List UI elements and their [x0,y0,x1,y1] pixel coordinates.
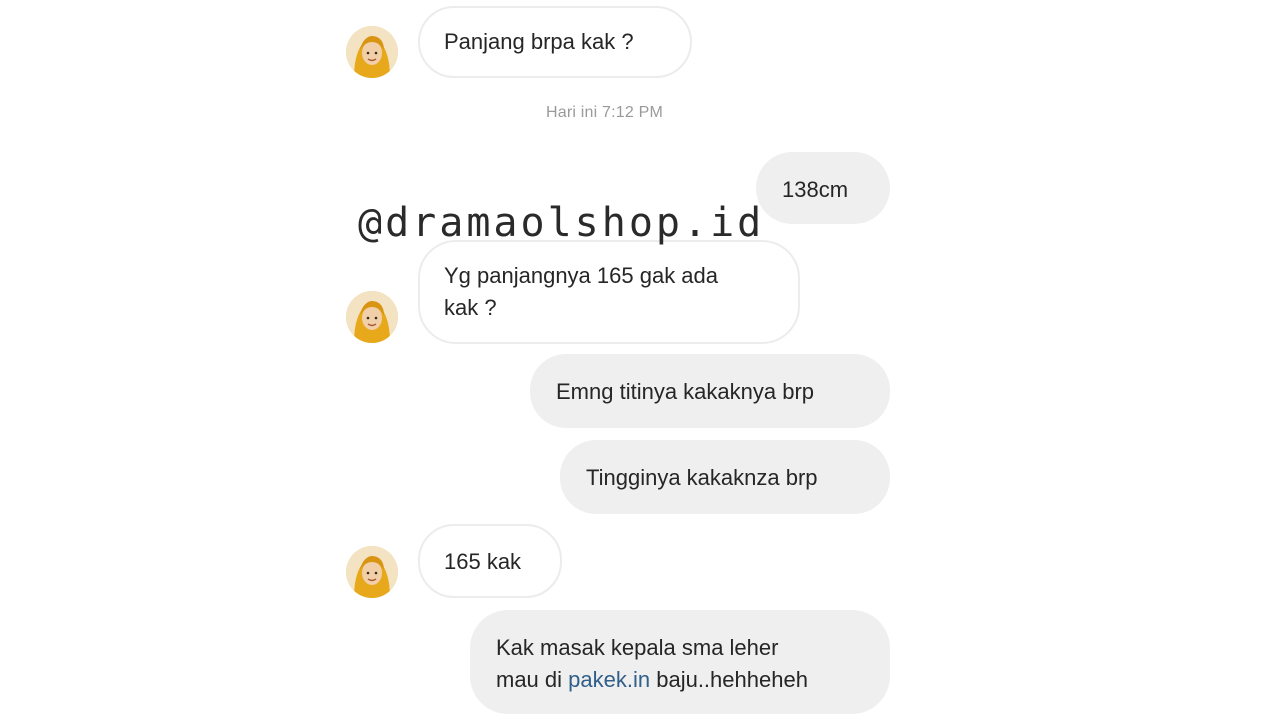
message-text-line: Kak masak kepala sma leher [496,635,779,660]
outgoing-message[interactable]: Emng titinya kakaknya brp [530,354,890,428]
message-timestamp: Hari ini 7:12 PM [546,104,664,121]
message-text-line: kak ? [444,295,497,320]
message-text-line: Yg panjangnya 165 gak ada [444,263,719,288]
incoming-message[interactable]: Yg panjangnya 165 gak ada kak ? [418,240,800,344]
contact-avatar[interactable] [346,291,398,343]
incoming-message[interactable]: Panjang brpa kak ? [418,6,692,78]
watermark: @dramaolshop.id [358,200,765,246]
contact-avatar[interactable] [346,26,398,78]
outgoing-message[interactable]: Tingginya kakaknza brp [560,440,890,514]
avatar-hijab-icon [346,291,398,343]
outgoing-message[interactable]: 138cm [756,152,890,224]
message-text: Emng titinya kakaknya brp [556,379,815,404]
avatar-hijab-icon [346,26,398,78]
avatar-hijab-icon [346,546,398,598]
outgoing-message[interactable]: Kak masak kepala sma leher mau di pakek.… [470,610,890,714]
message-text-line: mau di pakek.in baju..hehheheh [496,664,864,696]
chat-thread: Panjang brpa kak ? Hari ini 7:12 PM 138c… [0,0,1280,720]
message-text: Tingginya kakaknza brp [586,465,818,490]
message-text-segment: baju..hehheheh [650,667,808,692]
message-text-segment: mau di [496,667,569,692]
contact-avatar[interactable] [346,546,398,598]
message-text: 138cm [782,177,849,202]
message-text: Panjang brpa kak ? [444,29,634,54]
message-link[interactable]: pakek.in [568,667,650,692]
incoming-message[interactable]: 165 kak [418,524,562,598]
message-text: 165 kak [444,549,522,574]
